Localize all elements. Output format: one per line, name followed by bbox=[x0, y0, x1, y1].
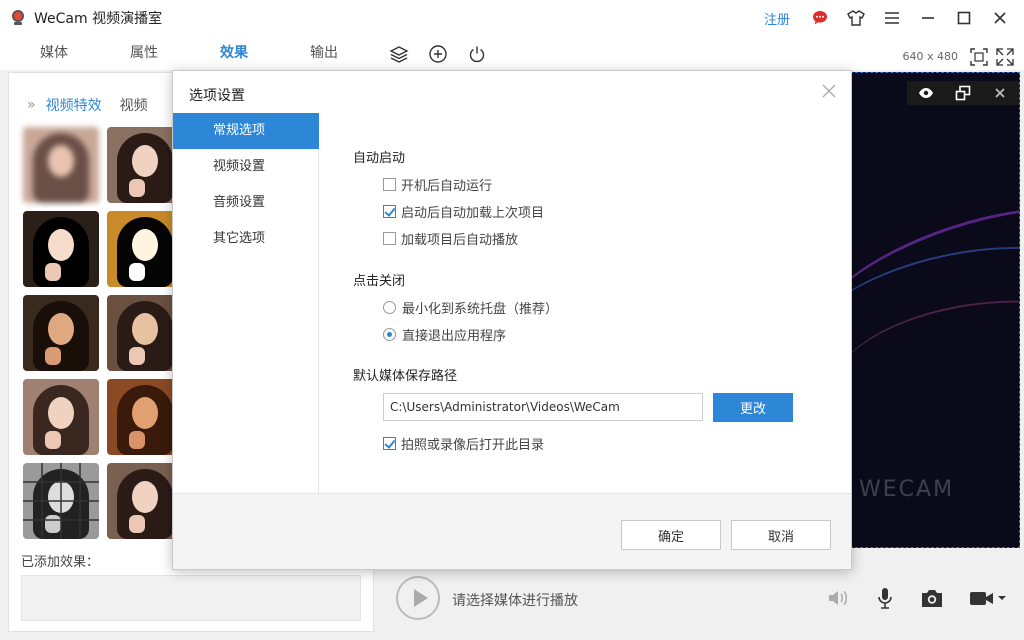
tab-media[interactable]: 媒体 bbox=[40, 42, 68, 62]
minimize-to-tray-radio[interactable]: 最小化到系统托盘（推荐） bbox=[383, 298, 558, 317]
effect-warm-thumb[interactable] bbox=[23, 295, 99, 371]
tab-effects[interactable]: 效果 bbox=[220, 42, 248, 62]
playback-bar: 请选择媒体进行播放 bbox=[376, 562, 1024, 634]
save-path-input[interactable] bbox=[383, 393, 703, 421]
open-folder-after-capture-checkbox[interactable]: 拍照或录像后打开此目录 bbox=[383, 434, 544, 453]
power-icon[interactable] bbox=[467, 44, 487, 64]
double-chevron-icon[interactable]: » bbox=[27, 97, 36, 113]
menu-icon[interactable] bbox=[880, 6, 904, 30]
eye-icon[interactable] bbox=[917, 84, 935, 102]
radio-selected[interactable] bbox=[383, 328, 396, 341]
checkbox-checked[interactable] bbox=[383, 437, 396, 450]
camera-snapshot-icon[interactable] bbox=[919, 586, 945, 610]
preview-close-icon[interactable] bbox=[991, 84, 1009, 102]
play-button[interactable] bbox=[396, 576, 440, 620]
register-link[interactable]: 注册 bbox=[764, 9, 790, 28]
checkbox-checked[interactable] bbox=[383, 205, 396, 218]
exit-application-radio[interactable]: 直接退出应用程序 bbox=[383, 325, 506, 344]
cancel-button[interactable]: 取消 bbox=[731, 520, 831, 550]
checkbox-unchecked[interactable] bbox=[383, 232, 396, 245]
effect-grid-thumb[interactable] bbox=[23, 463, 99, 539]
dialog-nav: 常规选项 视频设置 音频设置 其它选项 bbox=[173, 113, 319, 493]
checkbox-label: 启动后自动加载上次项目 bbox=[401, 206, 545, 221]
fit-screen-icon[interactable] bbox=[970, 48, 988, 66]
wecam-watermark: WECAM bbox=[859, 477, 955, 502]
checkbox-label: 开机后自动运行 bbox=[401, 179, 493, 194]
preview-toolbar bbox=[907, 81, 1019, 105]
general-options-content: 自动启动 开机后自动运行 启动后自动加载上次项目 加载项目后自动播放 点击关闭 … bbox=[319, 113, 851, 493]
webcam-logo-icon bbox=[10, 10, 26, 26]
layers-icon[interactable] bbox=[389, 44, 409, 64]
nav-other-options[interactable]: 其它选项 bbox=[173, 221, 319, 257]
title-bar: WeCam 视频演播室 注册 bbox=[0, 0, 1024, 36]
options-dialog: 选项设置 常规选项 视频设置 音频设置 其它选项 自动启动 开机后自动运行 启动… bbox=[172, 70, 852, 570]
dialog-footer: 确定 取消 bbox=[173, 493, 851, 569]
change-path-button[interactable]: 更改 bbox=[713, 393, 793, 422]
minimize-icon[interactable] bbox=[916, 6, 940, 30]
skin-shirt-icon[interactable] bbox=[844, 6, 868, 30]
app-title: WeCam 视频演播室 bbox=[34, 11, 163, 27]
autoload-last-project-checkbox[interactable]: 启动后自动加载上次项目 bbox=[383, 202, 544, 221]
microphone-icon[interactable] bbox=[872, 586, 898, 610]
checkbox-label: 加载项目后自动播放 bbox=[401, 233, 519, 248]
main-tabs: 媒体 属性 效果 输出 640 x 480 bbox=[0, 36, 1024, 70]
subtab-video[interactable]: 视频 bbox=[120, 95, 148, 115]
added-effects-label: 已添加效果： bbox=[21, 555, 100, 570]
autostart-on-boot-checkbox[interactable]: 开机后自动运行 bbox=[383, 175, 492, 194]
maximize-icon[interactable] bbox=[952, 6, 976, 30]
radio-label: 直接退出应用程序 bbox=[402, 329, 507, 344]
playback-hint: 请选择媒体进行播放 bbox=[452, 593, 578, 609]
radio-label: 最小化到系统托盘（推荐） bbox=[402, 302, 559, 317]
video-preview[interactable]: WECAM bbox=[850, 72, 1020, 548]
close-icon[interactable] bbox=[988, 6, 1012, 30]
tab-output[interactable]: 输出 bbox=[310, 42, 338, 62]
restore-window-icon[interactable] bbox=[954, 84, 972, 102]
close-action-section-title: 点击关闭 bbox=[353, 274, 406, 289]
checkbox-label: 拍照或录像后打开此目录 bbox=[401, 438, 545, 453]
subtab-video-effects[interactable]: 视频特效 bbox=[46, 95, 102, 115]
added-effects-list[interactable] bbox=[21, 575, 361, 621]
ok-button[interactable]: 确定 bbox=[621, 520, 721, 550]
fullscreen-icon[interactable] bbox=[996, 48, 1014, 66]
nav-audio-settings[interactable]: 音频设置 bbox=[173, 185, 319, 221]
nav-general-options[interactable]: 常规选项 bbox=[173, 113, 319, 149]
add-circle-icon[interactable] bbox=[428, 44, 448, 64]
radio-unselected[interactable] bbox=[383, 301, 396, 314]
tab-properties[interactable]: 属性 bbox=[130, 42, 158, 62]
chat-icon[interactable] bbox=[808, 6, 832, 30]
resolution-label: 640 x 480 bbox=[902, 50, 959, 63]
effect-soft-thumb[interactable] bbox=[23, 379, 99, 455]
effect-vignette-thumb[interactable] bbox=[23, 211, 99, 287]
checkbox-unchecked[interactable] bbox=[383, 178, 396, 191]
volume-icon[interactable] bbox=[826, 586, 852, 610]
dialog-title: 选项设置 bbox=[189, 88, 245, 104]
video-record-icon[interactable] bbox=[968, 586, 1010, 610]
nav-video-settings[interactable]: 视频设置 bbox=[173, 149, 319, 185]
effect-blur-thumb[interactable] bbox=[23, 127, 99, 203]
autoplay-after-load-checkbox[interactable]: 加载项目后自动播放 bbox=[383, 229, 518, 248]
dialog-close-icon[interactable] bbox=[821, 83, 837, 99]
save-path-section-title: 默认媒体保存路径 bbox=[353, 369, 458, 384]
autostart-section-title: 自动启动 bbox=[353, 151, 406, 166]
